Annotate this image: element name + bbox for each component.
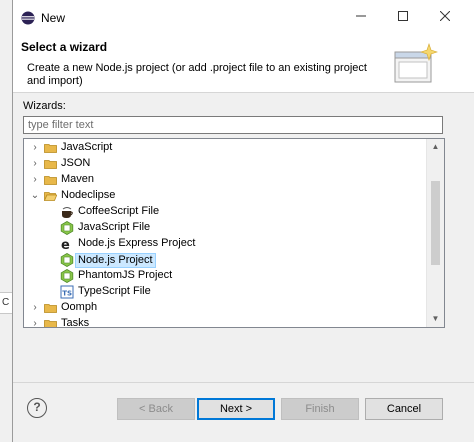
background-window-fragment: C (0, 292, 12, 314)
chevron-down-icon[interactable]: ⌄ (30, 188, 40, 204)
tree-item-nodejs-project[interactable]: Node.js Project (24, 252, 428, 268)
vertical-scrollbar[interactable]: ▲ ▼ (426, 139, 444, 327)
next-button[interactable]: Next > (197, 398, 275, 420)
tree-item-json[interactable]: › JSON (24, 156, 428, 172)
wizards-label: Wizards: (23, 100, 66, 112)
tree-item-label: Node.js Project (75, 253, 156, 268)
folder-icon (44, 176, 57, 185)
tree-item-label: Maven (61, 173, 95, 185)
tree-item-label: TypeScript File (78, 285, 151, 297)
back-button[interactable]: < Back (117, 398, 195, 420)
coffee-icon (62, 207, 73, 218)
tree-item-phantomjs-project[interactable]: PhantomJS Project (24, 268, 428, 284)
page-title: Select a wizard (21, 40, 108, 54)
chevron-right-icon[interactable]: › (30, 140, 40, 156)
scroll-up-arrow-icon[interactable]: ▲ (427, 139, 444, 155)
tree-item-label: Nodeclipse (61, 189, 116, 201)
chevron-right-icon[interactable]: › (30, 156, 40, 172)
tree-item-label: JavaScript (61, 141, 113, 153)
tree-item-label: Tasks (61, 317, 90, 328)
tree-item-javascript-file[interactable]: JavaScript File (24, 220, 428, 236)
chevron-right-icon[interactable]: › (30, 300, 40, 316)
finish-button[interactable]: Finish (281, 398, 359, 420)
folder-icon (44, 144, 57, 153)
wizard-banner-icon (394, 43, 438, 83)
tree-item-typescript-file[interactable]: TS TypeScript File (24, 284, 428, 300)
close-icon (439, 10, 451, 22)
minimize-button[interactable] (347, 6, 375, 30)
tree-item-label: PhantomJS Project (78, 269, 173, 281)
footer-separator (13, 382, 474, 383)
svg-text:e: e (61, 238, 70, 251)
help-icon[interactable]: ? (27, 398, 47, 418)
tree-item-label: CoffeeScript File (78, 205, 160, 217)
maximize-icon (398, 11, 408, 21)
tree-item-label: JavaScript File (78, 221, 151, 233)
tree-item-coffeescript-file[interactable]: CoffeeScript File (24, 204, 428, 220)
wizard-header: Select a wizard Create a new Node.js pro… (13, 36, 474, 93)
folder-icon (44, 304, 57, 313)
tree-item-label: Oomph (61, 301, 98, 313)
svg-text:TS: TS (62, 290, 72, 298)
tree-item-label: JSON (61, 157, 91, 169)
typescript-icon: TS (60, 285, 74, 299)
tree-item-nodeclipse[interactable]: ⌄ Nodeclipse (24, 188, 428, 204)
scroll-down-arrow-icon[interactable]: ▼ (427, 311, 444, 327)
tree-item-label: Node.js Express Project (78, 237, 196, 249)
scrollbar-thumb[interactable] (431, 181, 440, 265)
chevron-right-icon[interactable]: › (30, 172, 40, 188)
maximize-button[interactable] (389, 6, 417, 30)
nodejs-icon (60, 253, 74, 267)
folder-icon (44, 320, 57, 327)
title-bar[interactable]: New (13, 0, 474, 36)
js-file-icon (60, 221, 74, 235)
new-wizard-dialog: New Select a wizard Create a new Node.js… (12, 0, 474, 442)
chevron-right-icon[interactable]: › (30, 316, 40, 327)
filter-input[interactable] (23, 116, 443, 134)
tree-item-express-project[interactable]: e Node.js Express Project (24, 236, 428, 252)
phantomjs-icon (60, 269, 74, 283)
folder-icon (44, 160, 57, 169)
minimize-icon (356, 15, 366, 17)
cancel-button[interactable]: Cancel (365, 398, 443, 420)
tree-item-tasks[interactable]: › Tasks (24, 316, 428, 328)
window-title: New (41, 11, 66, 25)
tree-item-javascript[interactable]: › JavaScript (24, 140, 428, 156)
tree-item-oomph[interactable]: › Oomph (24, 300, 428, 316)
eclipse-icon (21, 11, 35, 25)
express-icon: e (61, 238, 70, 251)
wizard-tree[interactable]: › JavaScript › JSON › Maven ⌄ Nodeclipse (23, 138, 445, 328)
page-description: Create a new Node.js project (or add .pr… (27, 62, 367, 87)
background-text: C (2, 297, 10, 308)
tree-item-maven[interactable]: › Maven (24, 172, 428, 188)
folder-open-icon (44, 192, 57, 201)
close-button[interactable] (431, 6, 459, 30)
